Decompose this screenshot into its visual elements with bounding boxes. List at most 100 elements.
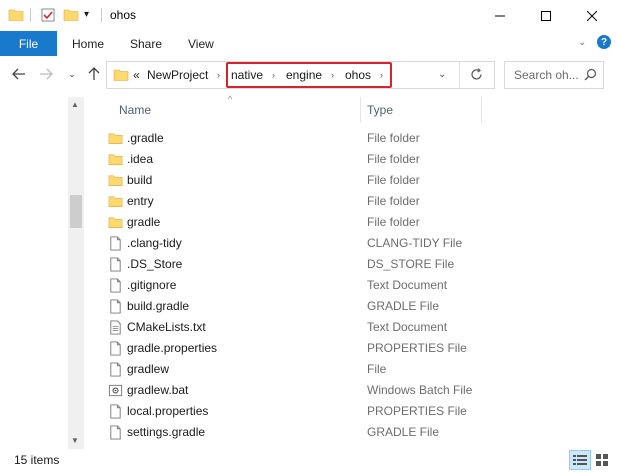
column-header-type[interactable]: Type	[367, 97, 393, 123]
file-name: gradle	[127, 215, 161, 229]
maximize-button[interactable]	[523, 0, 569, 31]
breadcrumb-chevron-icon[interactable]: ›	[272, 62, 275, 88]
file-row[interactable]: local.properties PROPERTIES File	[100, 401, 480, 422]
file-row[interactable]: gradlew File	[100, 359, 480, 380]
recent-locations-icon[interactable]: ⌄	[62, 62, 82, 86]
file-icon	[108, 341, 123, 356]
file-type: File folder	[367, 131, 420, 145]
file-type: File folder	[367, 173, 420, 187]
file-icon	[108, 425, 123, 440]
file-name: gradle.properties	[127, 341, 218, 355]
file-row[interactable]: settings.gradle GRADLE File	[100, 422, 480, 443]
file-name: gradlew.bat	[127, 383, 189, 397]
column-divider[interactable]	[481, 97, 482, 123]
file-name: .gitignore	[127, 278, 177, 292]
help-icon[interactable]: ?	[597, 35, 611, 49]
file-row[interactable]: entry File folder	[100, 191, 480, 212]
breadcrumb-overflow[interactable]: «	[133, 62, 140, 88]
file-type: File folder	[367, 194, 420, 208]
file-type: Windows Batch File	[367, 383, 473, 397]
breadcrumb-chevron-icon[interactable]: ›	[331, 62, 334, 88]
breadcrumb-native[interactable]: native	[231, 62, 263, 88]
file-icon	[108, 362, 123, 377]
file-icon	[108, 299, 123, 314]
breadcrumb-ohos[interactable]: ohos	[345, 62, 371, 88]
tab-view[interactable]: View	[188, 31, 214, 56]
tab-share[interactable]: Share	[130, 31, 162, 56]
file-row[interactable]: gradle File folder	[100, 212, 480, 233]
address-history-icon[interactable]: ⌄	[438, 69, 446, 80]
file-name: local.properties	[127, 404, 209, 418]
address-bar[interactable]: « NewProject › native › engine › ohos › …	[106, 61, 495, 89]
folder-icon	[108, 152, 123, 167]
file-row[interactable]: build File folder	[100, 170, 480, 191]
search-box[interactable]: Search oh...	[504, 61, 604, 89]
properties-icon[interactable]	[40, 7, 56, 23]
file-name: .clang-tidy	[127, 236, 182, 250]
back-button[interactable]	[9, 62, 29, 86]
forward-button[interactable]	[36, 62, 56, 86]
file-type: GRADLE File	[367, 299, 440, 313]
file-row[interactable]: .DS_Store DS_STORE File	[100, 254, 480, 275]
file-name: .DS_Store	[127, 257, 183, 271]
search-input[interactable]: Search oh...	[514, 68, 579, 82]
sort-ascending-icon: ^	[228, 94, 233, 104]
file-name: entry	[127, 194, 154, 208]
new-folder-icon[interactable]	[63, 7, 79, 23]
separator	[101, 8, 102, 22]
file-row[interactable]: build.gradle GRADLE File	[100, 296, 480, 317]
breadcrumb-engine[interactable]: engine	[286, 62, 322, 88]
file-type: CLANG-TIDY File	[367, 236, 463, 250]
window-title: ohos	[110, 8, 137, 22]
file-list: .gradle File folder .idea File folder build F…	[0, 128, 617, 448]
folder-icon	[108, 131, 123, 146]
file-icon	[108, 236, 123, 251]
file-row[interactable]: .gitignore Text Document	[100, 275, 480, 296]
file-icon	[108, 404, 123, 419]
file-name: gradlew	[127, 362, 170, 376]
minimize-button[interactable]	[477, 0, 523, 31]
breadcrumb-newproject[interactable]: NewProject	[147, 62, 208, 88]
file-icon	[108, 257, 123, 272]
tab-home[interactable]: Home	[72, 31, 104, 56]
large-icons-view-button[interactable]	[591, 450, 613, 470]
up-button[interactable]	[84, 62, 104, 86]
file-type: File	[367, 362, 387, 376]
file-name: build	[127, 173, 153, 187]
column-divider[interactable]	[360, 97, 361, 123]
file-row[interactable]: .idea File folder	[100, 149, 480, 170]
refresh-icon[interactable]	[470, 68, 483, 84]
folder-icon	[108, 215, 123, 230]
folder-icon	[108, 173, 123, 188]
file-name: .gradle	[127, 131, 164, 145]
file-icon	[108, 278, 123, 293]
file-type: DS_STORE File	[367, 257, 455, 271]
folder-icon	[8, 7, 24, 23]
customize-quick-access-icon[interactable]: ▾	[84, 9, 100, 25]
file-type: GRADLE File	[367, 425, 440, 439]
file-type: Text Document	[367, 278, 448, 292]
scroll-up-icon[interactable]: ▲	[71, 100, 79, 109]
file-row[interactable]: CMakeLists.txt Text Document	[100, 317, 480, 338]
breadcrumb-chevron-icon[interactable]: ›	[217, 62, 220, 88]
file-name: CMakeLists.txt	[127, 320, 206, 334]
file-type: PROPERTIES File	[367, 404, 467, 418]
file-name: .idea	[127, 152, 154, 166]
file-row[interactable]: gradlew.bat Windows Batch File	[100, 380, 480, 401]
file-row[interactable]: gradle.properties PROPERTIES File	[100, 338, 480, 359]
close-button[interactable]	[569, 0, 615, 31]
folder-icon	[108, 194, 123, 209]
expand-ribbon-icon[interactable]: ⌄	[578, 37, 586, 48]
breadcrumb-chevron-icon[interactable]: ›	[380, 62, 383, 88]
file-name: build.gradle	[127, 299, 190, 313]
tab-file[interactable]: File	[0, 31, 57, 56]
column-header-name[interactable]: Name	[119, 97, 151, 123]
file-row[interactable]: .clang-tidy CLANG-TIDY File	[100, 233, 480, 254]
details-view-button[interactable]	[569, 450, 591, 470]
text-file-icon	[108, 320, 123, 335]
file-row[interactable]: .gradle File folder	[100, 128, 480, 149]
separator	[459, 62, 460, 88]
batch-file-icon	[108, 383, 123, 398]
file-type: File folder	[367, 215, 420, 229]
search-icon[interactable]	[584, 68, 597, 84]
